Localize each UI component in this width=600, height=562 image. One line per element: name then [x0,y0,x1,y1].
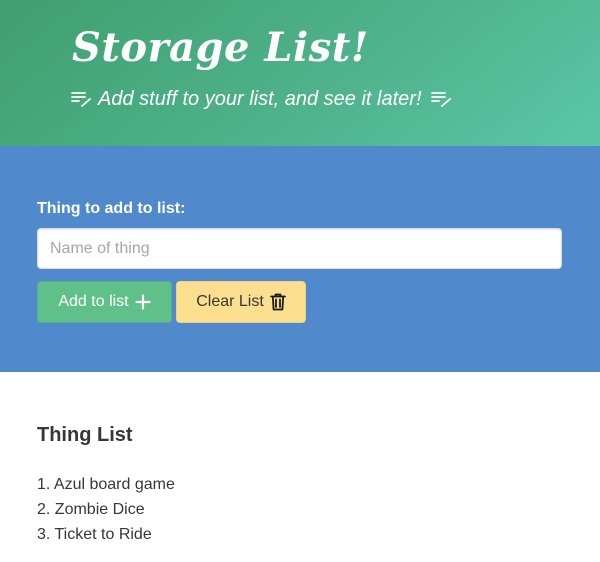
page-subtitle: Add stuff to your list, and see it later… [70,84,452,114]
note-pencil-icon [430,92,451,107]
list-item-text: Azul board game [53,476,175,493]
plus-icon [135,294,151,310]
list-item-text: Ticket to Ride [54,526,152,543]
list-item-number: 3. [37,526,51,543]
hero-banner: Storage List! Add stuff to your list, an… [0,0,600,146]
page-title: Storage List! [72,24,369,71]
note-pencil-icon [71,92,91,107]
thing-list-title: Thing List [37,424,133,446]
list-item-number: 2. [37,501,51,518]
thing-list-section: Thing List 1. Azul board game 2. Zombie … [0,372,600,562]
thing-field-label: Thing to add to list: [37,200,186,217]
list-item: 3. Ticket to Ride [37,525,175,550]
trash-icon [269,293,286,311]
thing-name-input[interactable] [37,228,562,269]
add-to-list-button[interactable]: Add to list [37,281,172,323]
clear-button-label: Clear List [196,293,264,310]
clear-list-button[interactable]: Clear List [176,281,306,323]
subtitle-text: Add stuff to your list, and see it later… [98,87,422,110]
thing-list: 1. Azul board game 2. Zombie Dice 3. Tic… [37,475,175,550]
add-thing-form: Thing to add to list: Add to list Clear … [0,146,600,372]
list-item-number: 1. [37,476,51,493]
list-item: 1. Azul board game [37,475,175,500]
list-item: 2. Zombie Dice [37,500,175,525]
add-button-label: Add to list [58,293,129,310]
list-item-text: Zombie Dice [54,501,145,518]
